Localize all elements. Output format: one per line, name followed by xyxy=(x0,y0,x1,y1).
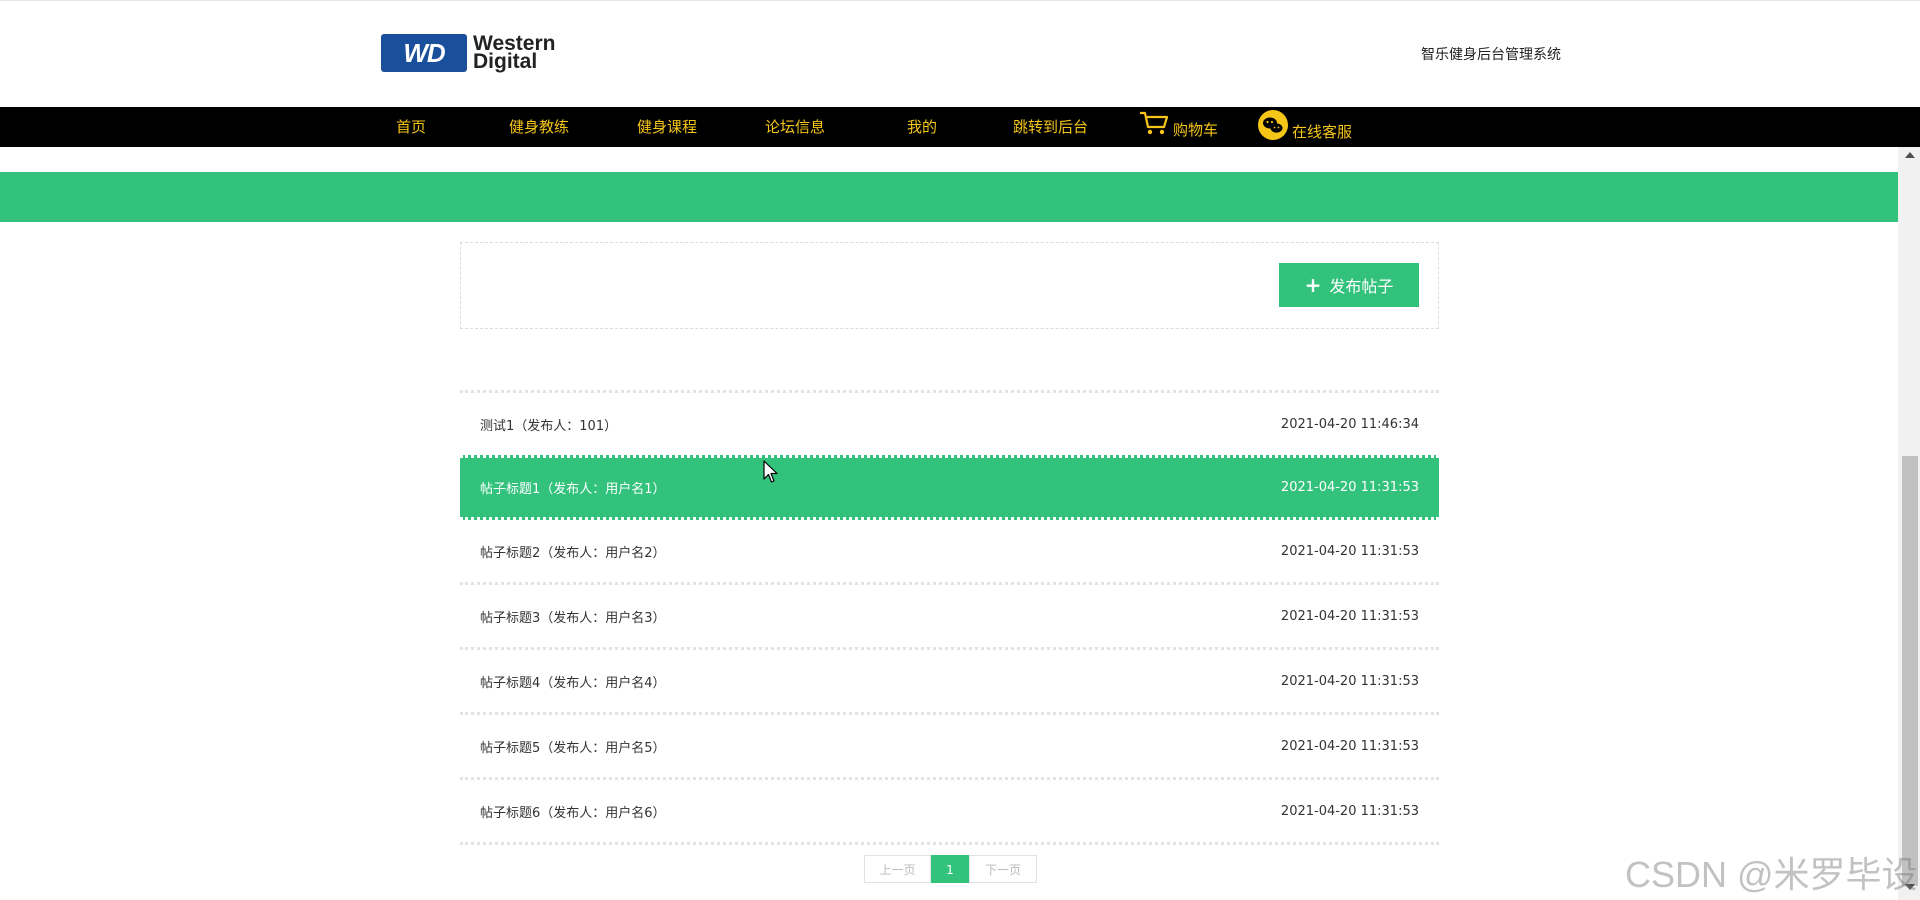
scrollbar-thumb[interactable] xyxy=(1902,456,1918,886)
post-time: 2021-04-20 11:31:53 xyxy=(1280,480,1419,495)
post-row[interactable]: 测试1（发布人：101） 2021-04-20 11:46:34 xyxy=(460,390,1439,455)
post-row[interactable]: 帖子标题3（发布人：用户名3） 2021-04-20 11:31:53 xyxy=(460,582,1439,647)
next-page-button[interactable]: 下一页 xyxy=(969,855,1037,883)
logo-wordmark: Western Digital xyxy=(473,33,555,73)
nav-item-cart[interactable]: 购物车 xyxy=(1139,110,1218,150)
prev-page-button[interactable]: 上一页 xyxy=(864,855,931,883)
site-header: WD Western Digital 智乐健身后台管理系统 xyxy=(0,0,1920,107)
post-title: 帖子标题1（发布人：用户名1） xyxy=(480,482,666,497)
nav-label: 我的 xyxy=(907,118,938,136)
post-row[interactable]: 帖子标题6（发布人：用户名6） 2021-04-20 11:31:53 xyxy=(460,777,1439,842)
post-title: 帖子标题6（发布人：用户名6） xyxy=(480,805,666,821)
nav-label: 健身课程 xyxy=(637,118,698,136)
nav-label: 购物车 xyxy=(1173,121,1219,139)
publish-post-label: 发布帖子 xyxy=(1329,277,1394,296)
post-row[interactable]: 帖子标题5（发布人：用户名5） 2021-04-20 11:31:53 xyxy=(460,712,1439,777)
mouse-cursor-icon xyxy=(763,460,779,488)
nav-item-courses[interactable]: 健身课程 xyxy=(637,107,697,147)
post-time: 2021-04-20 11:31:53 xyxy=(1280,608,1419,624)
scroll-up-icon[interactable] xyxy=(1905,152,1915,158)
nav-item-forum[interactable]: 论坛信息 xyxy=(765,107,825,147)
brand-logo[interactable]: WD Western Digital xyxy=(381,33,555,73)
post-title: 帖子标题2（发布人：用户名2） xyxy=(480,545,666,561)
nav-label: 论坛信息 xyxy=(765,118,826,136)
wechat-icon xyxy=(1258,110,1288,155)
watermark: CSDN @米罗毕设 xyxy=(1625,854,1918,895)
post-list: 测试1（发布人：101） 2021-04-20 11:46:34 帖子标题1（发… xyxy=(460,390,1439,845)
logo-line-2: Digital xyxy=(473,50,538,73)
nav-item-home[interactable]: 首页 xyxy=(396,107,426,147)
nav-item-coaches[interactable]: 健身教练 xyxy=(509,107,569,147)
main-nav: 首页 健身教练 健身课程 论坛信息 我的 跳转到后台 购物车 在线客服 xyxy=(0,107,1920,147)
post-title: 测试1（发布人：101） xyxy=(480,418,618,434)
post-title: 帖子标题3（发布人：用户名3） xyxy=(480,610,666,626)
post-row[interactable]: 帖子标题2（发布人：用户名2） 2021-04-20 11:31:53 xyxy=(460,520,1439,582)
list-divider xyxy=(460,842,1439,845)
post-row[interactable]: 帖子标题4（发布人：用户名4） 2021-04-20 11:31:53 xyxy=(460,647,1439,712)
nav-item-mine[interactable]: 我的 xyxy=(907,107,937,147)
pagination: 上一页 1 下一页 xyxy=(864,855,1037,883)
logo-badge: WD xyxy=(381,34,467,72)
plus-icon: + xyxy=(1304,273,1322,297)
forum-toolbar: + 发布帖子 xyxy=(460,242,1439,329)
system-name: 智乐健身后台管理系统 xyxy=(1421,47,1561,63)
nav-item-admin[interactable]: 跳转到后台 xyxy=(1013,107,1088,147)
page-number-current[interactable]: 1 xyxy=(931,855,969,883)
post-title: 帖子标题5（发布人：用户名5） xyxy=(480,740,666,756)
nav-label: 首页 xyxy=(396,118,427,136)
nav-label: 跳转到后台 xyxy=(1013,118,1089,136)
cart-icon xyxy=(1139,110,1169,151)
section-banner xyxy=(0,172,1898,222)
nav-label: 在线客服 xyxy=(1292,123,1353,141)
post-time: 2021-04-20 11:46:34 xyxy=(1280,416,1419,432)
post-time: 2021-04-20 11:31:53 xyxy=(1280,673,1419,689)
post-row-highlighted[interactable]: 帖子标题1（发布人：用户名1） 2021-04-20 11:31:53 xyxy=(460,455,1439,520)
post-time: 2021-04-20 11:31:53 xyxy=(1280,543,1419,559)
post-title: 帖子标题4（发布人：用户名4） xyxy=(480,675,666,691)
nav-item-support[interactable]: 在线客服 xyxy=(1258,110,1352,150)
post-time: 2021-04-20 11:31:53 xyxy=(1280,738,1419,754)
publish-post-button[interactable]: + 发布帖子 xyxy=(1279,263,1419,307)
nav-label: 健身教练 xyxy=(509,118,570,136)
post-time: 2021-04-20 11:31:53 xyxy=(1280,803,1419,819)
